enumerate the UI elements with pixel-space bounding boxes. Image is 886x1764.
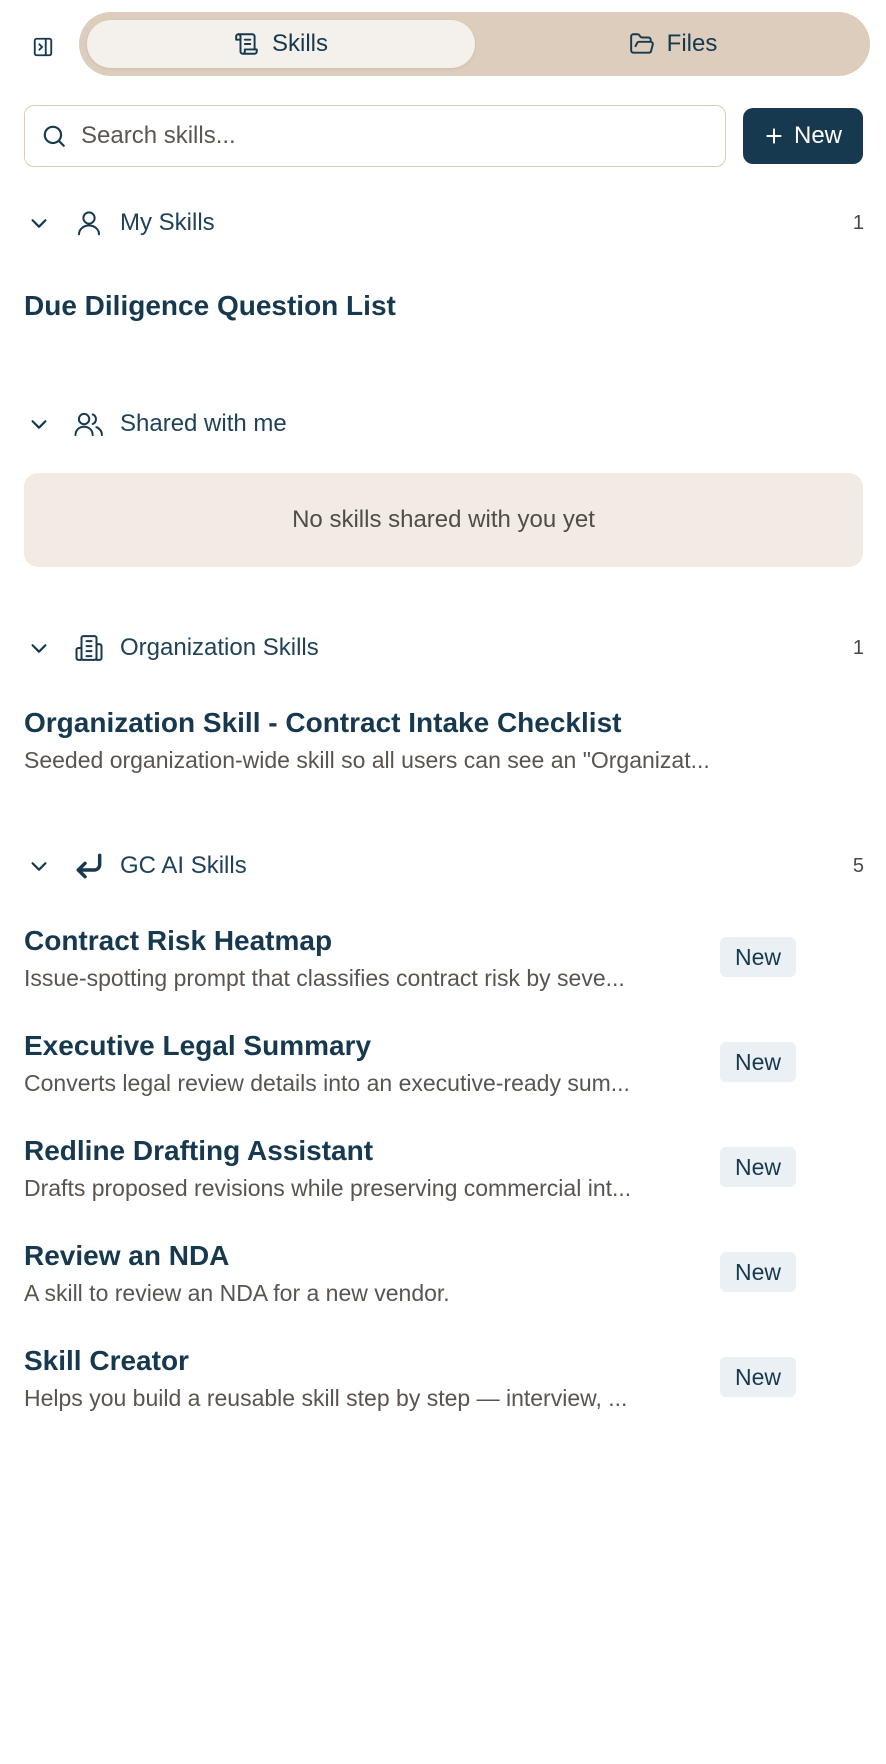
chevron-down-icon xyxy=(24,855,54,877)
new-badge: New xyxy=(720,1357,796,1397)
users-icon xyxy=(72,409,106,439)
section-count: 5 xyxy=(852,854,864,877)
section-shared-with-me[interactable]: Shared with me xyxy=(24,404,864,444)
section-title: Shared with me xyxy=(120,410,287,437)
tab-skills[interactable]: Skills xyxy=(87,20,475,68)
skill-description: Seeded organization-wide skill so all us… xyxy=(24,747,710,773)
search-box xyxy=(24,105,726,167)
user-icon xyxy=(72,208,106,238)
chevron-down-icon xyxy=(24,212,54,234)
new-badge: New xyxy=(720,1042,796,1082)
new-badge: New xyxy=(720,1147,796,1187)
search-icon xyxy=(43,125,65,147)
chevron-down-icon xyxy=(24,637,54,659)
skill-item[interactable]: Skill Creator Helps you build a reusable… xyxy=(24,1345,864,1412)
new-badge: New xyxy=(720,937,796,977)
chevron-down-icon xyxy=(24,413,54,435)
building-icon xyxy=(72,633,106,663)
scroll-icon xyxy=(235,33,258,55)
search-input[interactable] xyxy=(81,122,681,150)
skill-item[interactable]: Executive Legal Summary Converts legal r… xyxy=(24,1030,864,1097)
new-skill-label: New xyxy=(793,122,842,149)
tab-files-label: Files xyxy=(666,30,718,57)
new-skill-button[interactable]: New xyxy=(743,108,863,164)
section-count: 1 xyxy=(852,211,864,234)
section-gc-ai-skills[interactable]: GC AI Skills 5 xyxy=(24,846,864,886)
section-organization-skills[interactable]: Organization Skills 1 xyxy=(24,628,864,668)
section-title: Organization Skills xyxy=(120,634,319,661)
corner-down-left-icon xyxy=(72,850,106,882)
skill-title: Due Diligence Question List xyxy=(24,290,396,321)
tab-skills-label: Skills xyxy=(271,30,328,57)
section-count: 1 xyxy=(852,636,864,659)
section-my-skills[interactable]: My Skills 1 xyxy=(24,203,864,243)
skill-item[interactable]: Contract Risk Heatmap Issue-spotting pro… xyxy=(24,925,864,992)
skill-item[interactable]: Due Diligence Question List xyxy=(24,290,864,322)
top-bar: Skills Files xyxy=(0,0,886,88)
empty-state-text: No skills shared with you yet xyxy=(292,506,595,533)
tab-files[interactable]: Files xyxy=(483,20,863,68)
new-badge: New xyxy=(720,1252,796,1292)
view-tabs: Skills Files xyxy=(79,12,870,76)
empty-state: No skills shared with you yet xyxy=(24,473,863,567)
section-title: GC AI Skills xyxy=(120,852,247,879)
sidebar-toggle-icon[interactable] xyxy=(28,32,58,62)
skill-item[interactable]: Organization Skill - Contract Intake Che… xyxy=(24,707,864,774)
skill-title: Organization Skill - Contract Intake Che… xyxy=(24,707,622,738)
section-title: My Skills xyxy=(120,209,215,236)
skill-item[interactable]: Redline Drafting Assistant Drafts propos… xyxy=(24,1135,864,1202)
plus-icon xyxy=(766,128,782,144)
folder-open-icon xyxy=(629,33,654,54)
skill-item[interactable]: Review an NDA A skill to review an NDA f… xyxy=(24,1240,864,1307)
